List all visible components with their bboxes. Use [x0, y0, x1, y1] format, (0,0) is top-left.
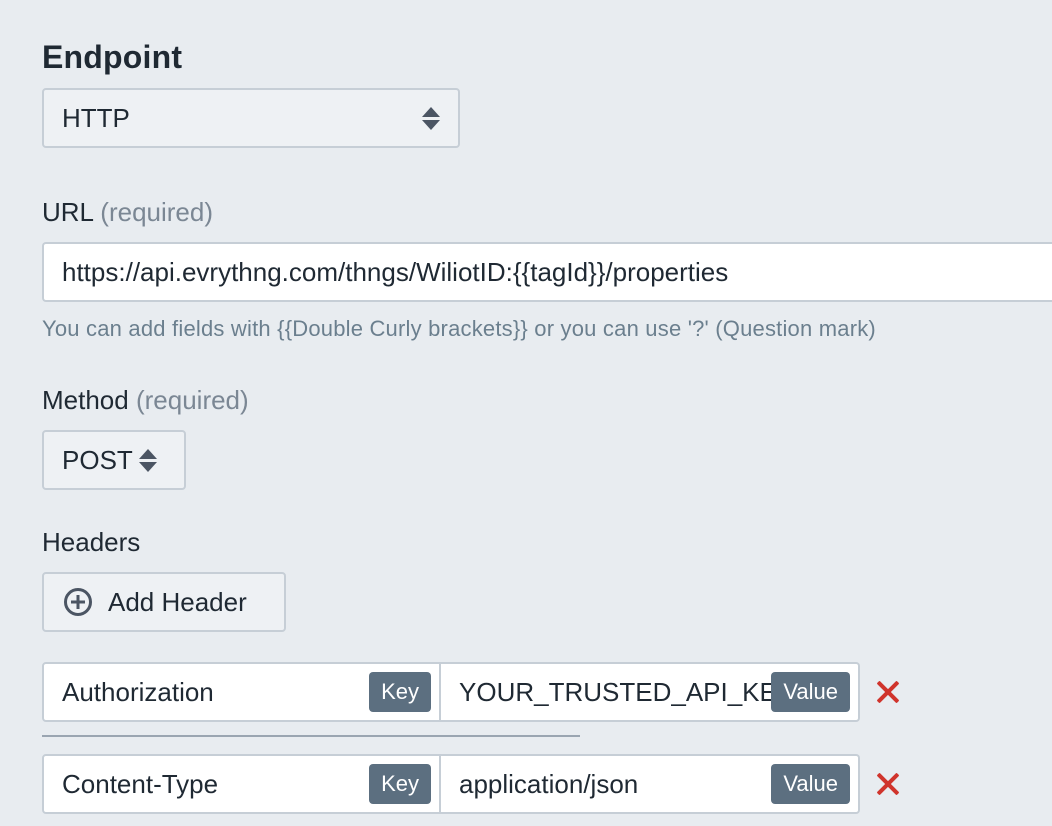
- method-required-text: (required): [135, 385, 249, 415]
- method-select[interactable]: POST: [42, 430, 186, 490]
- header-key-input[interactable]: Content-Type Key: [42, 754, 441, 814]
- plus-circle-icon: [64, 588, 92, 616]
- value-tag: Value: [771, 672, 850, 712]
- header-row: Content-Type Key application/json Value: [42, 754, 860, 814]
- method-label-text: Method: [42, 385, 129, 415]
- header-key-value: Content-Type: [62, 768, 219, 799]
- url-input[interactable]: https://api.evrythng.com/thngs/WiliotID:…: [42, 242, 1052, 302]
- section-title-endpoint: Endpoint: [42, 39, 183, 75]
- url-help-text: You can add fields with {{Double Curly b…: [42, 316, 876, 341]
- add-header-button[interactable]: Add Header: [42, 572, 286, 632]
- up-down-chevron-icon: [422, 105, 440, 131]
- remove-header-icon[interactable]: [876, 680, 900, 704]
- row-divider: [42, 735, 580, 737]
- key-tag: Key: [369, 764, 431, 804]
- endpoint-type-select[interactable]: HTTP: [42, 88, 460, 148]
- url-label-text: URL: [42, 197, 94, 227]
- add-header-label: Add Header: [108, 586, 247, 617]
- header-value-input[interactable]: application/json Value: [441, 754, 860, 814]
- headers-label: Headers: [42, 527, 141, 557]
- key-tag: Key: [369, 672, 431, 712]
- header-key-input[interactable]: Authorization Key: [42, 662, 441, 722]
- up-down-chevron-icon: [138, 447, 157, 473]
- endpoint-form: Endpoint HTTP URL (required) https://api…: [42, 0, 1052, 826]
- header-key-value: Authorization: [62, 676, 214, 707]
- header-value-value: application/json: [459, 768, 639, 799]
- method-value: POST: [62, 444, 133, 475]
- endpoint-type-value: HTTP: [62, 102, 130, 133]
- url-label: URL (required): [42, 196, 213, 228]
- header-value-value: YOUR_TRUSTED_API_KEY: [459, 676, 772, 707]
- value-tag: Value: [771, 764, 850, 804]
- remove-header-icon[interactable]: [876, 772, 900, 796]
- header-value-input[interactable]: YOUR_TRUSTED_API_KEY Value: [441, 662, 860, 722]
- url-input-value: https://api.evrythng.com/thngs/WiliotID:…: [62, 256, 729, 287]
- url-required-text: (required): [100, 197, 214, 227]
- method-label: Method (required): [42, 384, 249, 416]
- header-row: Authorization Key YOUR_TRUSTED_API_KEY V…: [42, 662, 860, 722]
